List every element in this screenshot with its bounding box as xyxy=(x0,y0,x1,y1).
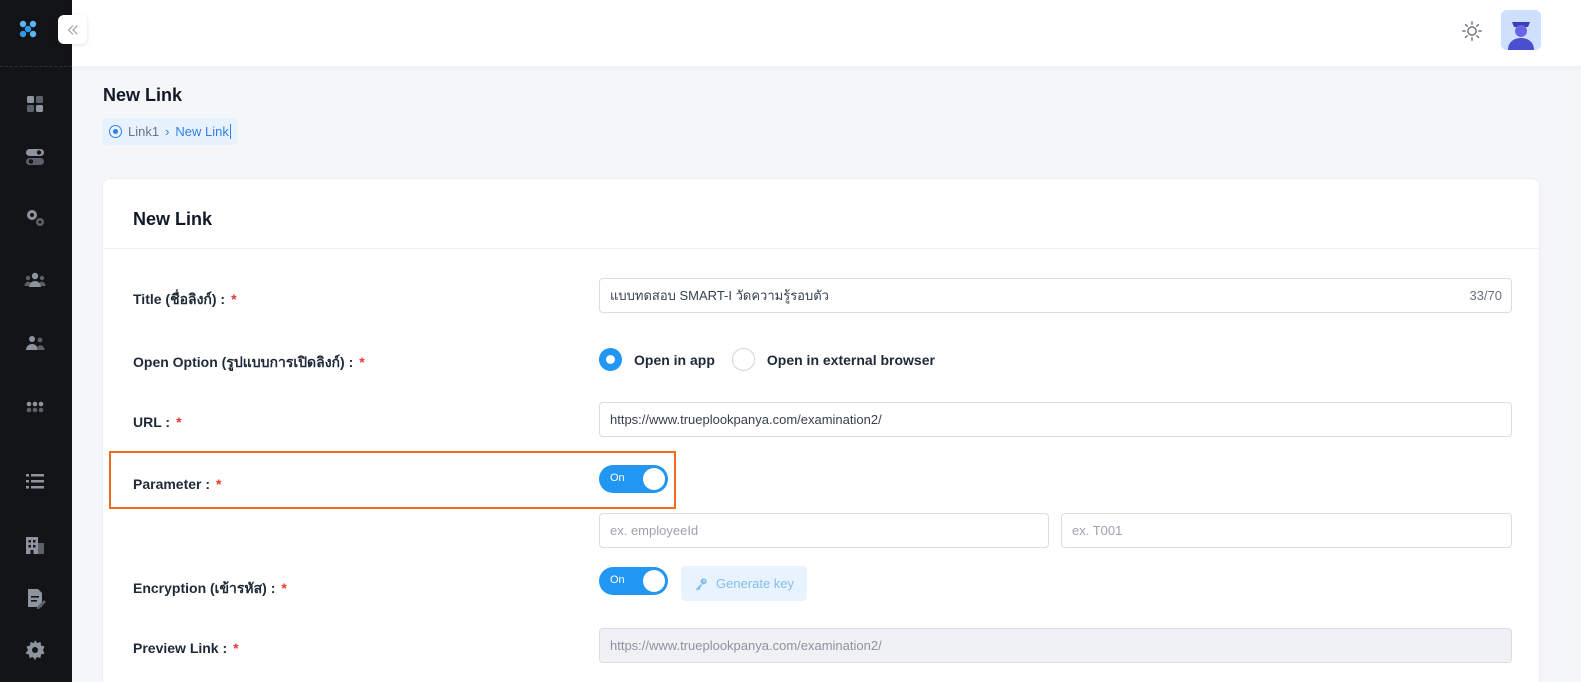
url-label: URL : * xyxy=(133,414,182,430)
breadcrumb-target-icon xyxy=(109,125,122,138)
apps-grid-icon[interactable] xyxy=(22,395,48,419)
document-edit-icon[interactable] xyxy=(22,586,48,610)
key-icon xyxy=(695,577,707,591)
chevron-right-icon: › xyxy=(165,124,170,139)
settings-gear-icon[interactable] xyxy=(22,638,48,662)
user-group-icon[interactable] xyxy=(22,331,48,355)
toggle-settings-icon[interactable] xyxy=(22,145,48,169)
sidebar xyxy=(0,0,72,682)
sun-icon[interactable] xyxy=(1460,19,1484,43)
preview-link-input: https://www.trueplookpanya.com/examinati… xyxy=(599,628,1512,663)
card-divider xyxy=(103,248,1539,249)
list-icon[interactable] xyxy=(22,469,48,493)
card-title: New Link xyxy=(133,209,213,229)
new-link-card: New Link Title (ชื่อลิงก์) : * แบบทดสอบ S… xyxy=(102,178,1540,682)
parameter-label: Parameter : * xyxy=(133,476,222,492)
open-option-radio-group: Open in app Open in external browser xyxy=(599,348,952,371)
title-input[interactable]: แบบทดสอบ SMART-I วัดความรู้รอบตัว 33/70 xyxy=(599,278,1512,313)
open-in-app-radio[interactable] xyxy=(599,348,622,371)
toggle-knob xyxy=(643,468,665,490)
page-title: New Link xyxy=(103,85,183,105)
users-icon[interactable] xyxy=(22,268,48,292)
encryption-toggle[interactable]: On xyxy=(599,567,668,595)
open-option-label: Open Option (รูปแบบการเปิดลิงก์) : * xyxy=(133,354,365,370)
generate-key-button[interactable]: Generate key xyxy=(681,566,807,601)
app-logo[interactable] xyxy=(17,18,39,40)
url-input[interactable]: https://www.trueplookpanya.com/examinati… xyxy=(599,402,1512,437)
topbar xyxy=(72,0,1581,66)
title-label: Title (ชื่อลิงก์) : * xyxy=(133,291,237,307)
dashboard-icon[interactable] xyxy=(22,92,48,116)
parameter-key-input[interactable]: ex. employeeId xyxy=(599,513,1049,548)
open-in-external-radio[interactable] xyxy=(731,348,755,371)
title-char-counter: 33/70 xyxy=(1469,288,1502,303)
open-in-external-label[interactable]: Open in external browser xyxy=(767,352,935,368)
double-chevron-left-icon xyxy=(67,24,78,35)
breadcrumb-current: New Link xyxy=(175,124,231,139)
open-in-app-label[interactable]: Open in app xyxy=(634,352,715,368)
toggle-knob xyxy=(643,570,665,592)
breadcrumb-parent-link[interactable]: Link1 xyxy=(128,124,159,139)
building-icon[interactable] xyxy=(22,533,48,557)
collapse-sidebar-button[interactable] xyxy=(58,15,87,44)
parameter-toggle[interactable]: On xyxy=(599,465,668,493)
gears-icon[interactable] xyxy=(22,206,48,230)
user-avatar[interactable] xyxy=(1501,10,1541,50)
parameter-value-input[interactable]: ex. T001 xyxy=(1061,513,1512,548)
encryption-label: Encryption (เข้ารหัส) : * xyxy=(133,580,287,596)
preview-link-label: Preview Link : * xyxy=(133,640,239,656)
breadcrumb: Link1 › New Link xyxy=(102,118,237,145)
